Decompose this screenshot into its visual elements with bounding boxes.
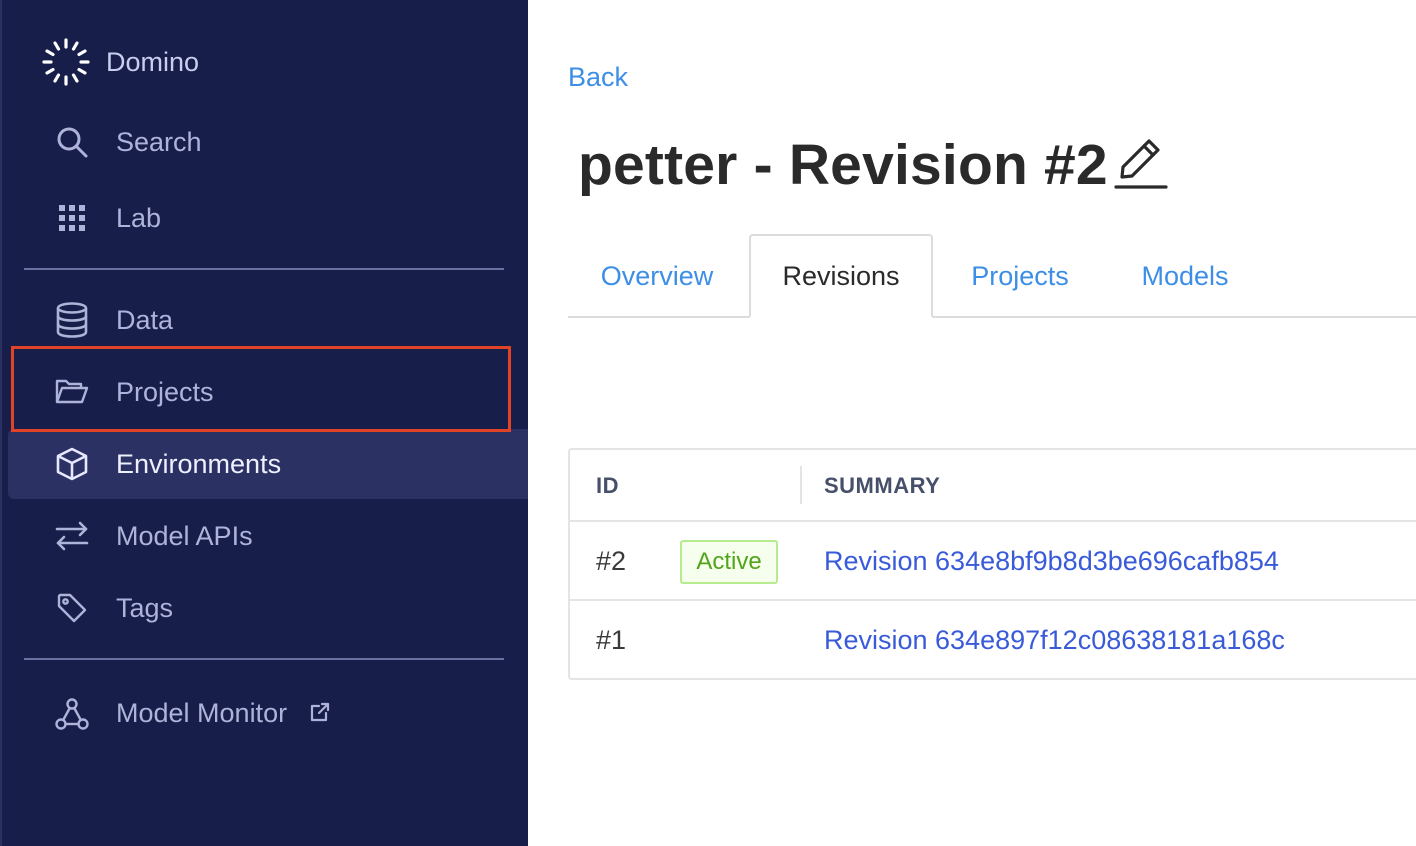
sidebar-divider <box>24 268 504 270</box>
sidebar-item-lab[interactable]: Lab <box>8 183 528 253</box>
sidebar-item-label-text: Model Monitor <box>116 697 288 728</box>
grid-icon <box>52 198 92 238</box>
tag-icon <box>52 588 92 628</box>
swap-arrows-icon <box>52 516 92 556</box>
revision-id: #2 <box>596 546 627 576</box>
back-link[interactable]: Back <box>568 62 628 93</box>
database-icon <box>52 300 92 340</box>
page-title: petter - Revision #2 <box>578 132 1168 198</box>
page-title-text: petter - Revision #2 <box>578 133 1108 197</box>
tab-models[interactable]: Models <box>1108 234 1262 318</box>
column-header-summary[interactable]: SUMMARY <box>824 450 940 522</box>
status-badge: Active <box>680 540 778 584</box>
table-row[interactable]: #1 Revision 634e897f12c08638181a168c <box>570 601 1416 680</box>
revisions-table: ID SUMMARY #2 Active Revision 634e8bf9b8… <box>568 448 1416 680</box>
tab-bar: Overview Revisions Projects Models <box>568 234 1416 318</box>
cube-icon <box>52 444 92 484</box>
tab-projects[interactable]: Projects <box>936 234 1104 318</box>
sidebar-item-data[interactable]: Data <box>8 285 528 355</box>
sidebar-item-label: Environments <box>116 448 282 479</box>
sidebar-item-label: Model APIs <box>116 520 253 551</box>
sidebar-edge <box>0 0 2 846</box>
revision-summary-link[interactable]: Revision 634e897f12c08638181a168c <box>824 601 1285 680</box>
column-separator <box>800 466 802 504</box>
external-link-icon <box>309 699 331 730</box>
domino-logo-icon <box>40 36 92 88</box>
column-header-id[interactable]: ID <box>596 450 619 522</box>
edit-pencil-icon[interactable] <box>1108 133 1168 198</box>
brand-logo-link[interactable]: Domino <box>40 36 199 88</box>
sidebar-item-label: Data <box>116 304 174 335</box>
network-nodes-icon <box>52 694 92 734</box>
search-icon <box>52 122 92 162</box>
sidebar-item-search[interactable]: Search <box>8 107 528 177</box>
table-header: ID SUMMARY <box>570 450 1416 522</box>
sidebar-item-model-monitor[interactable]: Model Monitor <box>8 679 528 749</box>
tab-revisions[interactable]: Revisions <box>749 234 933 318</box>
tab-overview[interactable]: Overview <box>568 234 746 318</box>
sidebar-item-tags[interactable]: Tags <box>8 573 528 643</box>
sidebar-item-label: Model Monitor <box>116 698 331 730</box>
brand-name: Domino <box>106 46 200 77</box>
sidebar-item-label: Lab <box>116 202 162 233</box>
sidebar-item-label: Search <box>116 126 202 157</box>
projects-highlight-box <box>11 346 511 432</box>
table-row[interactable]: #2 Active Revision 634e8bf9b8d3be696cafb… <box>570 522 1416 601</box>
revision-id: #1 <box>596 625 627 655</box>
sidebar: Domino Search Lab Data Projects Environm… <box>0 0 528 846</box>
sidebar-item-environments[interactable]: Environments <box>8 429 528 499</box>
sidebar-item-label: Tags <box>116 592 174 623</box>
sidebar-item-model-apis[interactable]: Model APIs <box>8 501 528 571</box>
revision-summary-link[interactable]: Revision 634e8bf9b8d3be696cafb854 <box>824 522 1279 601</box>
sidebar-divider <box>24 658 504 660</box>
